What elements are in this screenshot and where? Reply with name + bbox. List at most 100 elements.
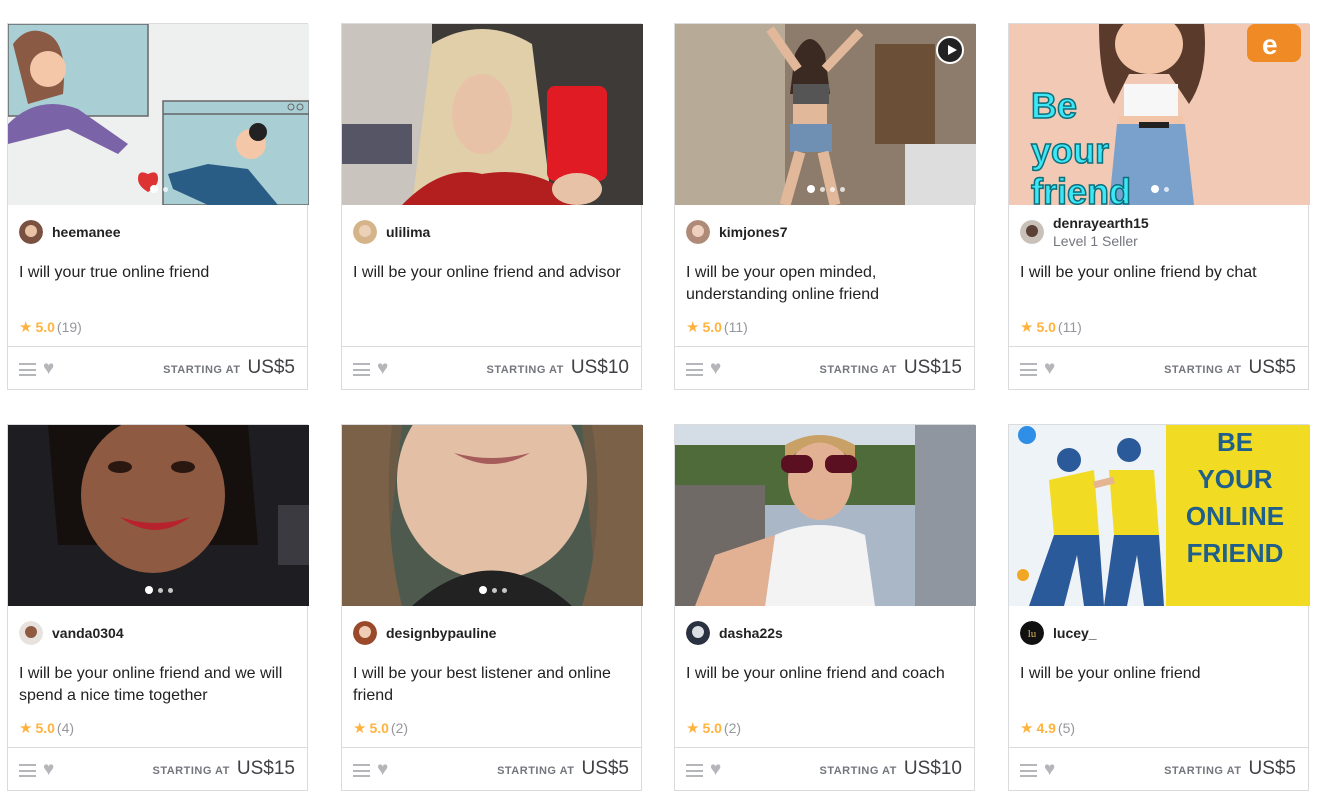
collections-menu-icon[interactable] xyxy=(1020,363,1037,376)
seller-name[interactable]: lucey_ xyxy=(1053,625,1097,641)
seller-avatar[interactable] xyxy=(19,621,43,645)
price[interactable]: STARTING AT US$5 xyxy=(1164,758,1296,780)
card-footer: ♥ STARTING AT US$5 xyxy=(1009,346,1308,391)
price[interactable]: STARTING AT US$5 xyxy=(163,357,295,379)
collections-menu-icon[interactable] xyxy=(19,363,36,376)
gig-thumbnail[interactable] xyxy=(8,24,309,205)
gig-card[interactable]: designbypauline I will be your best list… xyxy=(341,424,643,792)
gig-rating: ★ 5.0 (4) xyxy=(19,720,75,737)
gig-thumbnail[interactable] xyxy=(675,425,976,606)
price[interactable]: STARTING AT US$5 xyxy=(497,758,629,780)
seller-info: designbypauline xyxy=(353,621,496,645)
gig-title[interactable]: I will be your online friend and we will… xyxy=(19,663,299,707)
gig-title[interactable]: I will be your best listener and online … xyxy=(353,663,633,707)
star-icon: ★ xyxy=(1020,319,1034,336)
seller-avatar[interactable] xyxy=(686,621,710,645)
seller-name[interactable]: ulilima xyxy=(386,224,430,240)
seller-name[interactable]: denrayearth15 xyxy=(1053,215,1149,231)
play-icon[interactable] xyxy=(936,36,964,64)
star-icon: ★ xyxy=(19,319,33,336)
star-icon: ★ xyxy=(686,319,700,336)
price[interactable]: STARTING AT US$15 xyxy=(819,357,962,379)
svg-text:lu: lu xyxy=(1028,628,1037,640)
gig-title[interactable]: I will be your open minded, understandin… xyxy=(686,262,966,306)
gig-thumbnail[interactable] xyxy=(342,24,643,205)
card-footer: ♥ STARTING AT US$10 xyxy=(675,747,974,792)
gig-rating: ★ 5.0 (11) xyxy=(1020,319,1082,336)
gig-thumbnail[interactable] xyxy=(8,425,309,606)
seller-avatar[interactable] xyxy=(353,220,377,244)
heart-icon[interactable]: ♥ xyxy=(377,358,388,380)
card-footer: ♥ STARTING AT US$5 xyxy=(1009,747,1308,792)
gig-card[interactable]: dasha22s I will be your online friend an… xyxy=(674,424,976,792)
gig-rating: ★ 5.0 (2) xyxy=(686,720,742,737)
gig-thumbnail[interactable]: e Be your friend xyxy=(1009,24,1310,205)
card-footer: ♥ STARTING AT US$5 xyxy=(8,346,307,391)
card-footer: ♥ STARTING AT US$15 xyxy=(675,346,974,391)
heart-icon[interactable]: ♥ xyxy=(43,358,54,380)
gig-card[interactable]: kimjones7 I will be your open minded, un… xyxy=(674,23,976,391)
gig-rating: ★ 5.0 (2) xyxy=(353,720,409,737)
gig-card[interactable]: heemanee I will your true online friend … xyxy=(7,23,309,391)
heart-icon[interactable]: ♥ xyxy=(710,759,721,781)
gig-thumbnail[interactable]: BE YOUR ONLINE FRIEND xyxy=(1009,425,1310,606)
gig-rating: ★ 4.9 (5) xyxy=(1020,720,1076,737)
collections-menu-icon[interactable] xyxy=(1020,764,1037,777)
seller-avatar[interactable] xyxy=(353,621,377,645)
seller-info: denrayearth15 Level 1 Seller xyxy=(1020,215,1149,249)
seller-name[interactable]: vanda0304 xyxy=(52,625,124,641)
collections-menu-icon[interactable] xyxy=(353,363,370,376)
seller-info: ulilima xyxy=(353,220,430,244)
gig-card[interactable]: e Be your friend denrayearth15 Level 1 S… xyxy=(1008,23,1310,391)
collections-menu-icon[interactable] xyxy=(19,764,36,777)
heart-icon[interactable]: ♥ xyxy=(1044,759,1055,781)
heart-icon[interactable]: ♥ xyxy=(710,358,721,380)
gig-title[interactable]: I will be your online friend xyxy=(1020,663,1300,685)
gig-card[interactable]: ulilima I will be your online friend and… xyxy=(341,23,643,391)
gig-title[interactable]: I will be your online friend by chat xyxy=(1020,262,1300,284)
seller-name[interactable]: designbypauline xyxy=(386,625,496,641)
thumb-text: FRIEND xyxy=(1187,538,1284,568)
gig-rating: ★ 5.0 (19) xyxy=(19,319,82,336)
gig-card[interactable]: vanda0304 I will be your online friend a… xyxy=(7,424,309,792)
star-icon: ★ xyxy=(1020,720,1034,737)
heart-icon[interactable]: ♥ xyxy=(377,759,388,781)
thumb-text: Be xyxy=(1031,85,1077,126)
price[interactable]: STARTING AT US$10 xyxy=(486,357,629,379)
gig-title[interactable]: I will your true online friend xyxy=(19,262,299,284)
thumb-text: YOUR xyxy=(1197,464,1272,494)
seller-info: heemanee xyxy=(19,220,120,244)
svg-text:e: e xyxy=(1262,29,1278,60)
heart-icon[interactable]: ♥ xyxy=(1044,358,1055,380)
gig-title[interactable]: I will be your online friend and advisor xyxy=(353,262,633,284)
gig-card[interactable]: BE YOUR ONLINE FRIEND lu lucey_ I will b… xyxy=(1008,424,1310,792)
star-icon: ★ xyxy=(686,720,700,737)
seller-info: dasha22s xyxy=(686,621,783,645)
card-footer: ♥ STARTING AT US$5 xyxy=(342,747,641,792)
price[interactable]: STARTING AT US$15 xyxy=(152,758,295,780)
collections-menu-icon[interactable] xyxy=(686,764,703,777)
card-footer: ♥ STARTING AT US$10 xyxy=(342,346,641,391)
card-footer: ♥ STARTING AT US$15 xyxy=(8,747,307,792)
seller-name[interactable]: heemanee xyxy=(52,224,120,240)
collections-menu-icon[interactable] xyxy=(686,363,703,376)
thumb-text: your xyxy=(1031,130,1109,171)
star-icon: ★ xyxy=(19,720,33,737)
seller-avatar[interactable] xyxy=(19,220,43,244)
price[interactable]: STARTING AT US$5 xyxy=(1164,357,1296,379)
seller-name[interactable]: kimjones7 xyxy=(719,224,787,240)
seller-avatar[interactable]: lu xyxy=(1020,621,1044,645)
thumb-text: BE xyxy=(1217,427,1253,457)
heart-icon[interactable]: ♥ xyxy=(43,759,54,781)
seller-info: vanda0304 xyxy=(19,621,124,645)
seller-name[interactable]: dasha22s xyxy=(719,625,783,641)
gig-title[interactable]: I will be your online friend and coach xyxy=(686,663,966,685)
gig-thumbnail[interactable] xyxy=(342,425,643,606)
collections-menu-icon[interactable] xyxy=(353,764,370,777)
seller-avatar[interactable] xyxy=(686,220,710,244)
seller-info: lu lucey_ xyxy=(1020,621,1097,645)
seller-avatar[interactable] xyxy=(1020,220,1044,244)
star-icon: ★ xyxy=(353,720,367,737)
gig-thumbnail[interactable] xyxy=(675,24,976,205)
price[interactable]: STARTING AT US$10 xyxy=(819,758,962,780)
